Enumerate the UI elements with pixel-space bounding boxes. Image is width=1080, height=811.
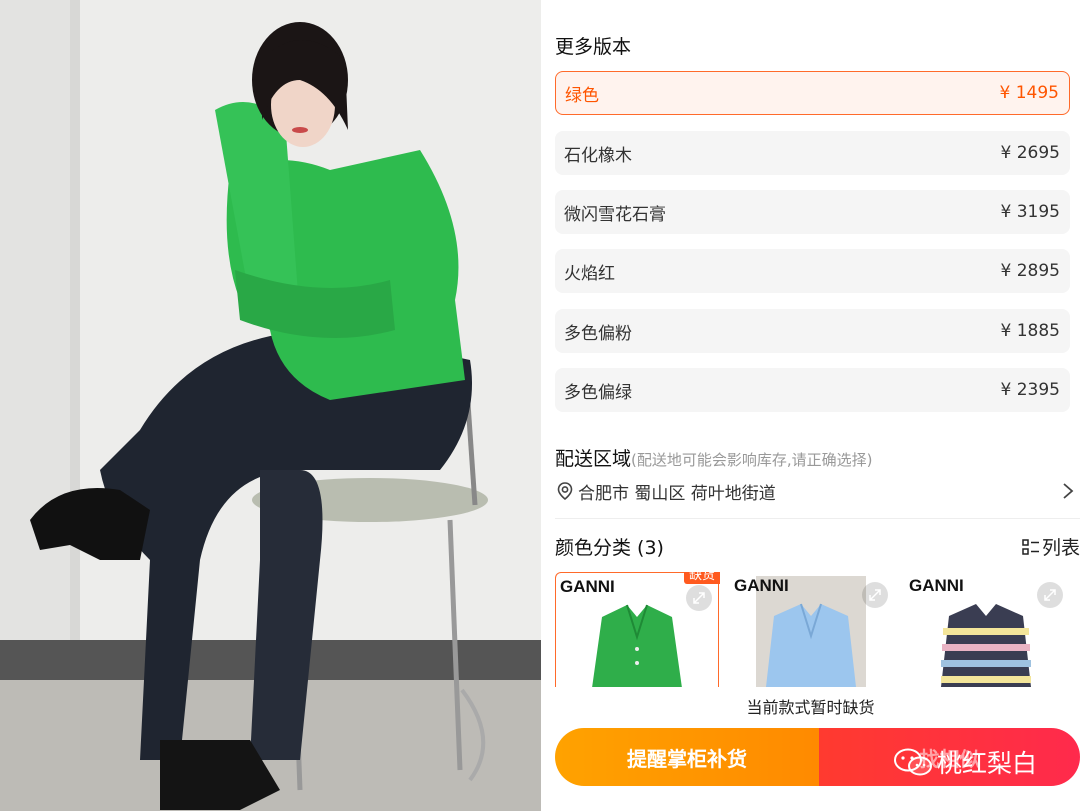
color-card-blue[interactable]: GANNI xyxy=(730,572,894,687)
version-name: 火焰红 xyxy=(564,263,615,284)
product-photo xyxy=(0,0,541,811)
version-option[interactable]: 火焰红 ¥ 2895 xyxy=(555,249,1070,293)
list-view-label: 列表 xyxy=(1041,537,1080,559)
delivery-hint: (配送地可能会影响库存,请正确选择) xyxy=(631,451,873,469)
out-of-stock-notice: 当前款式暂时缺货 xyxy=(746,698,875,717)
version-price: ¥ 3195 xyxy=(1000,202,1060,222)
color-card-striped[interactable]: GANNI xyxy=(905,572,1069,687)
list-view-toggle[interactable]: 列表 xyxy=(1022,533,1080,560)
color-card-list: GANNI 缺货 GANNI GANNI xyxy=(555,572,1080,687)
card-brand: GANNI xyxy=(909,576,964,595)
version-option-green[interactable]: 绿色 ¥ 1495 xyxy=(555,71,1070,115)
version-option[interactable]: 多色偏绿 ¥ 2395 xyxy=(555,368,1070,412)
version-option[interactable]: 微闪雪花石膏 ¥ 3195 xyxy=(555,190,1070,234)
divider xyxy=(555,518,1080,519)
version-name: 多色偏粉 xyxy=(564,323,632,344)
version-price: ¥ 2695 xyxy=(1000,143,1060,163)
remind-restock-button[interactable]: 提醒掌柜补货 xyxy=(555,728,819,786)
screen: 更多版本 绿色 ¥ 1495 石化橡木 ¥ 2695 微闪雪花石膏 ¥ 3195… xyxy=(0,0,1080,811)
expand-icon[interactable] xyxy=(862,582,888,608)
delivery-label: 配送区域 xyxy=(555,448,632,470)
version-price: ¥ 2895 xyxy=(1000,261,1060,281)
version-price: ¥ 2395 xyxy=(1000,380,1060,400)
card-brand: GANNI xyxy=(560,577,615,596)
version-option[interactable]: 石化橡木 ¥ 2695 xyxy=(555,131,1070,175)
expand-icon[interactable] xyxy=(686,585,712,611)
card-brand: GANNI xyxy=(734,576,789,595)
expand-icon[interactable] xyxy=(1037,582,1063,608)
chevron-right-icon xyxy=(1063,483,1074,499)
version-option[interactable]: 多色偏粉 ¥ 1885 xyxy=(555,309,1070,353)
find-similar-label: 找相似 xyxy=(919,746,980,771)
location-pin-icon xyxy=(557,482,573,501)
version-price: ¥ 1495 xyxy=(999,83,1059,103)
color-category-title: 颜色分类 (3) xyxy=(555,537,664,559)
delivery-title: 配送区域(配送地可能会影响库存,请正确选择) xyxy=(555,444,873,471)
version-name: 多色偏绿 xyxy=(564,382,632,403)
delivery-address: 合肥市 蜀山区 荷叶地街道 xyxy=(578,483,776,504)
delivery-address-selector[interactable]: 合肥市 蜀山区 荷叶地街道 xyxy=(555,478,1075,504)
options-panel: 更多版本 绿色 ¥ 1495 石化橡木 ¥ 2695 微闪雪花石膏 ¥ 3195… xyxy=(541,0,1080,811)
find-similar-button[interactable]: 找相似 xyxy=(819,728,1080,786)
out-of-stock-badge: 缺货 xyxy=(683,572,720,584)
version-name: 石化橡木 xyxy=(564,145,632,166)
version-name: 绿色 xyxy=(565,85,599,106)
version-name: 微闪雪花石膏 xyxy=(564,204,666,225)
more-versions-title: 更多版本 xyxy=(555,36,632,58)
version-price: ¥ 1885 xyxy=(1000,321,1060,341)
color-card-green[interactable]: GANNI 缺货 xyxy=(555,572,720,687)
list-icon xyxy=(1022,538,1039,555)
